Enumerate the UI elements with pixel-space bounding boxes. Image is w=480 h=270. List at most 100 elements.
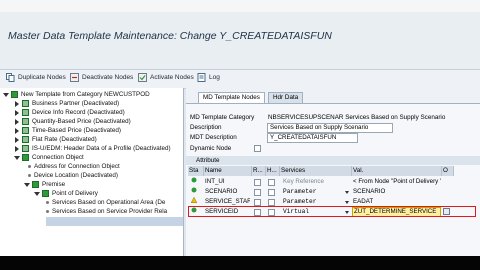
collapse-icon[interactable]: [3, 92, 9, 98]
tree-item-label: Business Partner (Deactivated): [32, 100, 120, 107]
attr-val[interactable]: < From Node "Point of Delivery "...: [353, 177, 441, 187]
active-node-icon: [42, 190, 49, 197]
tree-item-label: Device Info Record (Deactivated): [32, 109, 125, 116]
h-checkbox[interactable]: [268, 189, 275, 196]
bottom-band: [0, 256, 480, 270]
expand-icon[interactable]: [14, 118, 20, 125]
tab-hdr-data[interactable]: Hdr Data: [268, 92, 304, 103]
dropdown-arrow-icon[interactable]: [345, 191, 349, 194]
duplicate-nodes-label: Duplicate Nodes: [18, 74, 66, 81]
tree-item-label: Point of Delivery: [52, 190, 98, 197]
page-title: Master Data Template Maintenance: Change…: [8, 30, 332, 42]
tree-item[interactable]: Flat Rate (Deactivated): [14, 135, 97, 144]
category-value: NBSERVICESUPSCENAR Services Based on Sup…: [268, 114, 446, 121]
collapse-icon[interactable]: [34, 191, 40, 197]
activate-nodes-label: Activate Nodes: [150, 74, 194, 81]
log-button[interactable]: Log: [197, 73, 220, 82]
status-icon: [191, 187, 197, 197]
tree-item-label: Flat Rate (Deactivated): [32, 136, 97, 143]
deactivate-nodes-button[interactable]: Deactivate Nodes: [70, 73, 133, 82]
tree-item-label: Quantity-Based Price (Deactivated): [32, 118, 131, 125]
node-icon: [22, 127, 29, 134]
activate-nodes-button[interactable]: Activate Nodes: [138, 73, 194, 82]
tree-item-label: Device Location (Deactivated): [34, 172, 118, 179]
title-bar: Master Data Template Maintenance: Change…: [0, 12, 480, 69]
col-header-name: Name: [204, 166, 252, 176]
leaf-icon: [28, 165, 31, 168]
log-label: Log: [209, 74, 220, 81]
tree-item-point-of-delivery[interactable]: Point of Delivery: [34, 189, 98, 198]
node-icon: [22, 118, 29, 125]
tree-item[interactable]: Address for Connection Object: [28, 162, 120, 171]
attribute-section-header: Attribute: [186, 156, 480, 165]
description-field[interactable]: Services Based on Supply Scenario: [267, 123, 393, 133]
tree-item-label: Services Based on Service Provider Rela: [52, 208, 168, 215]
tree-item-label: Time-Based Price (Deactivated): [32, 127, 122, 134]
tree-item-premise[interactable]: Premise: [24, 180, 65, 189]
tree-root-label: New Template from Category NEWCUSTPOD: [21, 91, 150, 98]
duplicate-icon: [6, 73, 15, 82]
tree-item-label: IS-U/EDM: Header Data of a Profile (Deac…: [32, 145, 171, 152]
attr-val[interactable]: SCENARIO: [353, 187, 441, 197]
h-checkbox[interactable]: [268, 199, 275, 206]
leaf-icon: [46, 210, 49, 213]
r-checkbox[interactable]: [254, 189, 261, 196]
expand-icon[interactable]: [14, 100, 20, 107]
node-icon: [22, 109, 29, 116]
sap-window: Master Data Template Maintenance: Change…: [0, 0, 480, 270]
node-detail-panel: MD Template Nodes Hdr Data MD Template C…: [186, 88, 480, 256]
mdt-description-field[interactable]: Y_CREATEDATAISFUN: [267, 133, 358, 143]
tree-item-label: Services Based on Operational Area (De: [52, 199, 166, 206]
tree-item[interactable]: Device Info Record (Deactivated): [14, 108, 125, 117]
description-label: Description: [190, 124, 222, 131]
tree-item[interactable]: Time-Based Price (Deactivated): [14, 126, 121, 135]
tree-item-label: Address for Connection Object: [34, 163, 120, 170]
active-node-icon: [22, 154, 29, 161]
expand-icon[interactable]: [14, 109, 20, 116]
col-header-r: R...: [252, 166, 266, 176]
collapse-icon[interactable]: [14, 155, 20, 161]
duplicate-nodes-button[interactable]: Duplicate Nodes: [6, 73, 66, 82]
template-tree: New Template from Category NEWCUSTPOD Bu…: [0, 88, 184, 256]
attr-name: INT_UI: [205, 178, 225, 185]
node-icon: [22, 136, 29, 143]
tree-item-label: Connection Object: [32, 154, 84, 161]
col-header-val: Val.: [352, 166, 442, 176]
dynamic-node-checkbox[interactable]: [254, 145, 261, 152]
mdt-description-label: MDT Description: [190, 134, 237, 141]
collapse-icon[interactable]: [24, 182, 30, 188]
selected-tree-row[interactable]: [46, 217, 183, 226]
node-icon: [22, 145, 29, 152]
attr-services[interactable]: Key Reference: [283, 177, 345, 187]
tree-item[interactable]: Device Location (Deactivated): [28, 171, 118, 180]
tab-md-template-nodes[interactable]: MD Template Nodes: [198, 92, 265, 103]
category-label: MD Template Category: [190, 114, 255, 121]
tree-item[interactable]: Services Based on Service Provider Rela: [46, 207, 167, 216]
tree-item[interactable]: Business Partner (Deactivated): [14, 99, 119, 108]
tree-item[interactable]: IS-U/EDM: Header Data of a Profile (Deac…: [14, 144, 171, 153]
node-icon: [22, 100, 29, 107]
col-header-services: Services: [280, 166, 352, 176]
application-toolbar: Duplicate Nodes Deactivate Nodes Activat…: [0, 69, 480, 89]
expand-icon[interactable]: [14, 127, 20, 134]
expand-icon[interactable]: [14, 145, 20, 152]
attr-services[interactable]: Parameter: [283, 187, 345, 197]
tree-item[interactable]: Services Based on Operational Area (De: [46, 198, 165, 207]
top-band: [0, 0, 480, 12]
leaf-icon: [46, 201, 49, 204]
col-header-o: O: [442, 166, 454, 176]
r-checkbox[interactable]: [254, 179, 261, 186]
highlight-frame: [188, 206, 476, 217]
dropdown-arrow-icon[interactable]: [345, 201, 349, 204]
activate-icon: [138, 73, 147, 82]
tree-root[interactable]: New Template from Category NEWCUSTPOD: [3, 90, 150, 99]
h-checkbox[interactable]: [268, 179, 275, 186]
deactivate-nodes-label: Deactivate Nodes: [82, 74, 134, 81]
tree-item-connection-object[interactable]: Connection Object: [14, 153, 84, 162]
r-checkbox[interactable]: [254, 199, 261, 206]
active-node-icon: [32, 181, 39, 188]
tree-item[interactable]: Quantity-Based Price (Deactivated): [14, 117, 131, 126]
deactivate-icon: [70, 73, 79, 82]
tree-item-label: Premise: [42, 181, 66, 188]
expand-icon[interactable]: [14, 136, 20, 143]
